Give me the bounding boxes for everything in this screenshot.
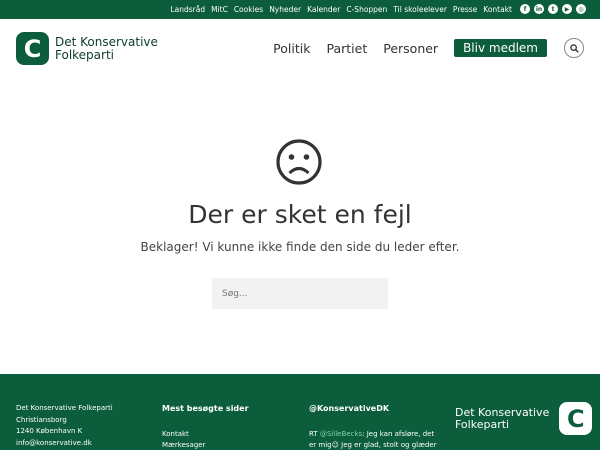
footer-twitter-heading[interactable]: @KonservativeDK (309, 403, 437, 415)
search-icon (570, 44, 579, 53)
site-logo[interactable]: C Det Konservative Folkeparti (16, 32, 158, 65)
top-bar: Landsråd MitC Cookies Nyheder Kalender C… (0, 0, 600, 19)
error-title: Der er sket en fejl (0, 200, 600, 229)
footer-popular-heading: Mest besøgte sider (162, 403, 249, 415)
youtube-icon[interactable]: ▶ (562, 4, 572, 14)
top-nav: Landsråd MitC Cookies Nyheder Kalender C… (170, 0, 512, 19)
footer-logo-line-2: Folkeparti (455, 419, 549, 431)
join-button[interactable]: Bliv medlem (454, 39, 547, 57)
error-content: Der er sket en fejl Beklager! Vi kunne i… (0, 76, 600, 374)
top-link-landsraad[interactable]: Landsråd (170, 5, 205, 14)
nav-politik[interactable]: Politik (273, 41, 310, 56)
footer-logo-line-1: Det Konservative (455, 407, 549, 419)
top-link-presse[interactable]: Presse (453, 5, 477, 14)
instagram-icon[interactable]: ◎ (576, 4, 586, 14)
nav-partiet[interactable]: Partiet (326, 41, 367, 56)
twitter-icon[interactable]: t (548, 4, 558, 14)
tweet-prefix: RT (309, 430, 320, 438)
search-input[interactable] (212, 278, 388, 309)
footer-email-link[interactable]: info@konservative.dk (16, 438, 113, 450)
footer-address-line: 1240 København K (16, 426, 113, 438)
tweet-handle-link[interactable]: @SilleBecks (320, 430, 362, 438)
sad-face-icon (275, 138, 323, 186)
logo-line-2: Folkeparti (55, 49, 158, 62)
tweet: RT @SilleBecks: Jeg kan afsløre, det er … (309, 429, 437, 463)
site-header: C Det Konservative Folkeparti Politik Pa… (0, 19, 600, 76)
top-link-c-shoppen[interactable]: C-Shoppen (346, 5, 387, 14)
footer-twitter: @KonservativeDK RT @SilleBecks: Jeg kan … (309, 403, 437, 463)
top-link-kontakt[interactable]: Kontakt (483, 5, 512, 14)
footer-logo-text: Det Konservative Folkeparti (455, 407, 549, 431)
top-link-skoleelever[interactable]: Til skoleelever (393, 5, 447, 14)
social-links: f in t ▶ ◎ (520, 4, 586, 14)
nav-personer[interactable]: Personer (383, 41, 438, 56)
logo-text: Det Konservative Folkeparti (55, 36, 158, 62)
footer-popular: Mest besøgte sider Kontakt Mærkesager (162, 403, 249, 452)
facebook-icon[interactable]: f (520, 4, 530, 14)
main-nav: Politik Partiet Personer Bliv medlem (273, 38, 584, 58)
top-link-cookies[interactable]: Cookies (234, 5, 263, 14)
top-link-kalender[interactable]: Kalender (307, 5, 340, 14)
footer-logo-c-icon: C (559, 402, 592, 435)
logo-line-1: Det Konservative (55, 36, 158, 49)
footer-link-kontakt[interactable]: Kontakt (162, 429, 249, 441)
site-footer: Det Konservative Folkeparti Christiansbo… (0, 374, 600, 450)
footer-address-line: Det Konservative Folkeparti (16, 403, 113, 415)
search-button[interactable] (564, 38, 584, 58)
footer-logo[interactable]: Det Konservative Folkeparti C (455, 402, 592, 435)
linkedin-icon[interactable]: in (534, 4, 544, 14)
logo-c-icon: C (16, 32, 49, 65)
footer-address-line: Christiansborg (16, 415, 113, 427)
footer-address: Det Konservative Folkeparti Christiansbo… (16, 403, 113, 449)
error-message: Beklager! Vi kunne ikke finde den side d… (0, 240, 600, 254)
top-link-nyheder[interactable]: Nyheder (269, 5, 301, 14)
top-link-mitc[interactable]: MitC (211, 5, 228, 14)
